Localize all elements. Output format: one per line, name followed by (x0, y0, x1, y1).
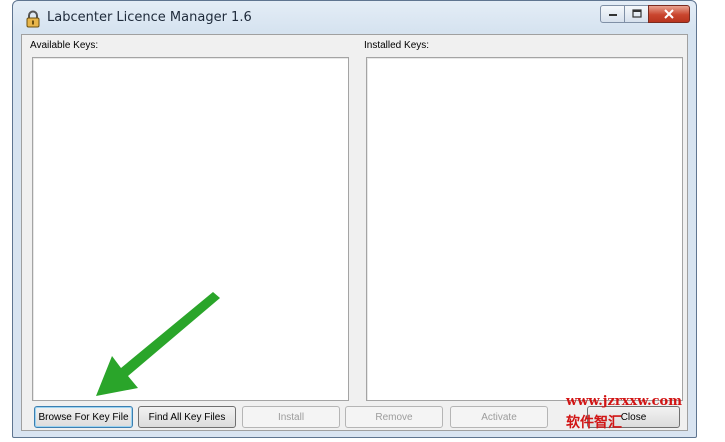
window-title: Labcenter Licence Manager 1.6 (47, 10, 252, 25)
browse-for-key-file-button[interactable]: Browse For Key File (34, 406, 133, 428)
window-close-button[interactable] (648, 5, 690, 23)
watermark-url: www.jzrxxw.com (566, 394, 682, 409)
green-arrow-icon (96, 292, 220, 396)
maximize-icon (631, 9, 642, 18)
activate-button[interactable]: Activate (450, 406, 548, 428)
installed-keys-list[interactable] (366, 57, 683, 401)
maximize-button[interactable] (624, 5, 649, 23)
title-bar[interactable]: Labcenter Licence Manager 1.6 (13, 1, 696, 34)
watermark-text: 软件智汇 (566, 415, 622, 431)
close-icon (664, 9, 674, 19)
installed-keys-label: Installed Keys: (364, 40, 430, 51)
find-all-key-files-button[interactable]: Find All Key Files (138, 406, 236, 428)
install-button[interactable]: Install (242, 406, 340, 428)
available-keys-label: Available Keys: (30, 40, 99, 51)
lock-icon (24, 10, 42, 28)
minimize-icon (608, 14, 617, 16)
minimize-button[interactable] (600, 5, 625, 23)
remove-button[interactable]: Remove (345, 406, 443, 428)
